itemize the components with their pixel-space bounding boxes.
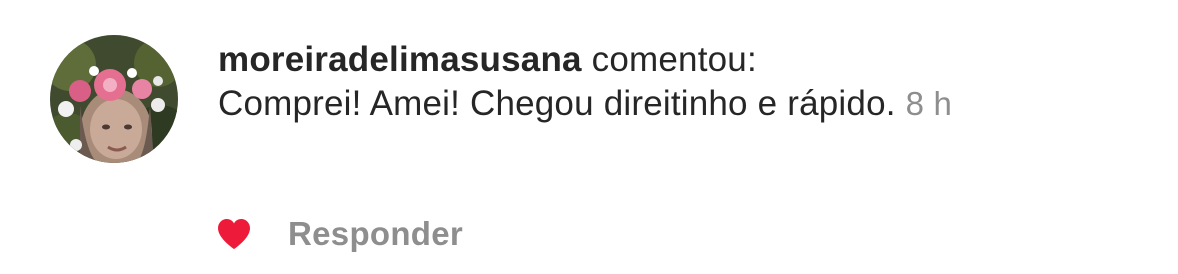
comment-item: moreiradelimasusana comentou: Comprei! A… [0,0,1178,274]
username-link[interactable]: moreiradelimasusana [218,40,582,79]
reply-button[interactable]: Responder [288,215,463,253]
comment-actions: Responder [216,214,463,254]
avatar-photo-icon [50,35,178,163]
comment-body: moreiradelimasusana comentou: Comprei! A… [218,38,1118,126]
comment-action-label: comentou: [591,40,757,79]
avatar[interactable] [50,35,178,163]
comment-text: Comprei! Amei! Chegou direitinho e rápid… [218,84,896,123]
comment-timestamp: 8 h [905,85,953,122]
heart-icon[interactable] [216,217,252,251]
